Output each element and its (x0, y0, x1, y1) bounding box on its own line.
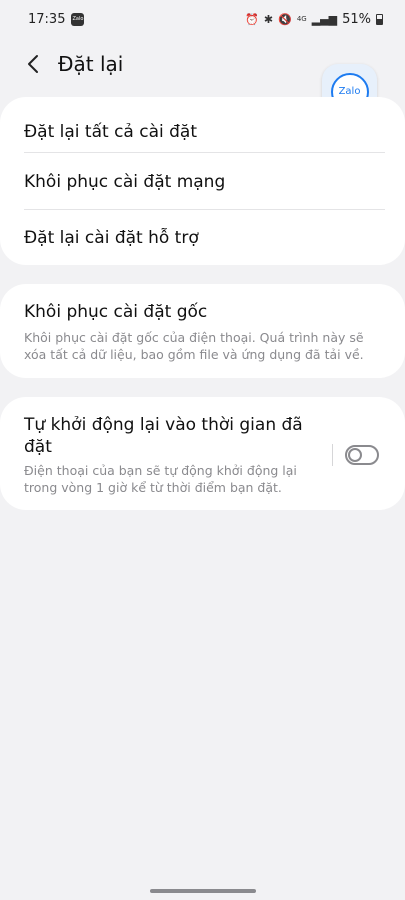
reset-network-settings-item[interactable]: Khôi phục cài đặt mạng (24, 161, 385, 203)
factory-reset-item[interactable]: Khôi phục cài đặt gốc Khôi phục cài đặt … (0, 284, 405, 378)
bluetooth-icon: ✱ (263, 12, 274, 26)
factory-reset-title: Khôi phục cài đặt gốc (24, 302, 208, 322)
vertical-divider (332, 444, 333, 466)
auto-restart-toggle[interactable] (345, 445, 379, 465)
reset-accessibility-settings-label: Đặt lại cài đặt hỗ trợ (24, 228, 199, 248)
reset-network-settings-label: Khôi phục cài đặt mạng (24, 172, 226, 192)
status-time: 17:35 (28, 11, 66, 27)
reset-all-settings-item[interactable]: Đặt lại tất cả cài đặt (24, 111, 385, 153)
network-type: 4G (296, 14, 307, 23)
battery-icon (376, 13, 383, 25)
back-button[interactable] (18, 49, 48, 79)
reset-all-settings-label: Đặt lại tất cả cài đặt (24, 122, 198, 142)
divider (24, 152, 385, 153)
page-title: Đặt lại (58, 52, 124, 76)
toggle-knob (348, 448, 362, 462)
home-indicator[interactable] (150, 889, 256, 893)
auto-restart-toggle-wrap (332, 444, 379, 466)
zalo-notification-icon: Zalo (71, 12, 85, 26)
mute-icon: 🔇 (278, 12, 292, 26)
signal-icon: ▂▄▆ (311, 12, 338, 26)
reset-accessibility-settings-item[interactable]: Đặt lại cài đặt hỗ trợ (24, 217, 385, 259)
divider (24, 209, 385, 210)
factory-reset-description: Khôi phục cài đặt gốc của điện thoại. Qu… (24, 330, 364, 362)
status-bar: 17:35 Zalo ⏰ ✱ 🔇 4G ▂▄▆ 51% (0, 0, 405, 38)
auto-restart-title: Tự khởi động lại vào thời gian đã đặt (24, 415, 303, 457)
battery-percent: 51% (342, 11, 371, 27)
reset-options-group: Đặt lại tất cả cài đặt Khôi phục cài đặt… (0, 97, 405, 265)
alarm-icon: ⏰ (245, 12, 259, 26)
auto-restart-description: Điện thoại của bạn sẽ tự động khởi động … (24, 463, 297, 495)
chevron-left-icon (28, 55, 38, 73)
